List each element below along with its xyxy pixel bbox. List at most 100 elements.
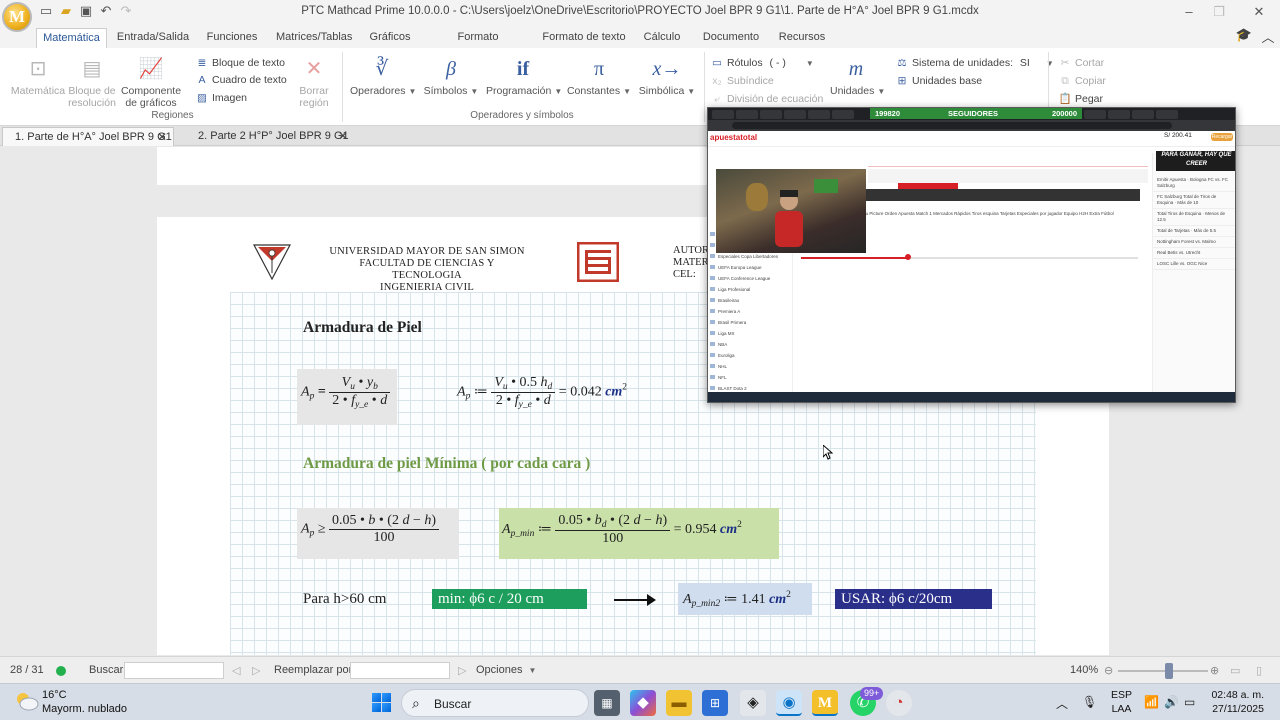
- cuadro-texto-button[interactable]: A Cuadro de texto: [195, 72, 286, 88]
- rotulos-dropdown[interactable]: ▭ Rótulos ( - ) ▼: [710, 55, 814, 71]
- close-tab-icon[interactable]: ✕: [338, 127, 348, 145]
- usar-reinforcement-label[interactable]: USAR: ϕ6 c/20cm: [835, 589, 992, 609]
- tab-matematica[interactable]: Matemática: [36, 28, 107, 48]
- unidades-button[interactable]: m Unidades ▼: [830, 56, 885, 97]
- bet-item[interactable]: FC Salzburg Total de Tiros de Esquina · …: [1153, 192, 1235, 209]
- tab-formato-matematico[interactable]: Formato matemático: [428, 28, 528, 61]
- section-title-armadura-minima[interactable]: Armadura de piel Mínima ( por cada cara …: [303, 455, 590, 473]
- weather-temperature[interactable]: 16°C: [42, 689, 67, 701]
- weather-cloud-icon[interactable]: [14, 690, 40, 712]
- sidebar-item[interactable]: NFL: [708, 372, 792, 383]
- file-explorer-icon[interactable]: ▬: [666, 690, 692, 716]
- sidebar-item[interactable]: Liga Profesional: [708, 284, 792, 295]
- sidebar-item[interactable]: Premiera A: [708, 306, 792, 317]
- tab-funciones[interactable]: Funciones: [204, 28, 260, 48]
- draft-view-icon[interactable]: ▯: [1256, 664, 1262, 677]
- taskbar-clock[interactable]: 02:48 a. m. 27/11/2025: [1208, 688, 1264, 716]
- programacion-button[interactable]: if Programación ▼: [486, 56, 562, 97]
- borrar-region-button[interactable]: ✕ Borrar región: [292, 56, 336, 109]
- buscar-input[interactable]: [124, 662, 224, 679]
- zoom-slider-track[interactable]: [1118, 670, 1208, 672]
- close-tab-icon[interactable]: ✕: [157, 128, 167, 146]
- bet-item[interactable]: LOSC Lille vs. OGC Nice: [1153, 259, 1235, 270]
- browser-tab[interactable]: [1132, 110, 1154, 119]
- copiar-button[interactable]: ⧉ Copiar: [1058, 73, 1106, 89]
- microphone-icon[interactable]: 🎙: [1082, 695, 1097, 709]
- section-title-armadura-piel[interactable]: Armadura de Piel: [303, 319, 422, 337]
- doc-tab-parte-1[interactable]: 1. Parte de H°A° Joel BPR 9 G1 ✕: [2, 127, 174, 146]
- calculation-status-icon[interactable]: [56, 666, 66, 676]
- tab-graficos[interactable]: Gráficos: [366, 28, 414, 48]
- tab-recursos[interactable]: Recursos: [776, 28, 828, 48]
- bet-item[interactable]: Total Tiros de Esquina · Menos de 12.5: [1153, 209, 1235, 226]
- mathcad-taskbar-icon[interactable]: M: [812, 690, 838, 716]
- tab-formato-texto[interactable]: Formato de texto: [542, 28, 626, 48]
- battery-icon[interactable]: ▭: [1184, 695, 1195, 709]
- find-previous-icon[interactable]: ◁: [232, 664, 240, 677]
- sistema-unidades-dropdown[interactable]: ⚖ Sistema de unidades: SI ▼: [895, 55, 1053, 71]
- bet-item[interactable]: Emitir Apuesta · Bologna FC vs. FC Salzb…: [1153, 175, 1235, 192]
- tab-calculo[interactable]: Cálculo: [640, 28, 684, 48]
- imagen-button[interactable]: ▨ Imagen: [195, 90, 247, 106]
- sidebar-item[interactable]: NBA: [708, 339, 792, 350]
- browser-tab[interactable]: [760, 110, 782, 119]
- tab-documento[interactable]: Documento: [700, 28, 762, 48]
- formula-ap-min-condition[interactable]: Ap ≥ 0.05 • b • (2 d − h) 100: [297, 508, 459, 559]
- keyboard-language[interactable]: ESP LAA: [1111, 688, 1132, 716]
- speedometer-app-icon[interactable]: ◔: [886, 690, 912, 716]
- operadores-button[interactable]: ∛ Operadores ▼: [350, 56, 416, 97]
- constantes-button[interactable]: π Constantes ▼: [566, 56, 632, 97]
- site-brand[interactable]: apuestatotal: [710, 133, 757, 142]
- pegar-button[interactable]: 📋 Pegar: [1058, 91, 1103, 107]
- ms-store-icon[interactable]: ⊞: [702, 690, 728, 716]
- sidebar-item[interactable]: Brasileirao: [708, 295, 792, 306]
- wifi-icon[interactable]: 📶: [1144, 695, 1159, 709]
- browser-tab[interactable]: [1084, 110, 1106, 119]
- maximize-icon[interactable]: ❐: [1204, 2, 1234, 22]
- tray-chevron-icon[interactable]: ︿: [1056, 695, 1068, 712]
- market-filters[interactable]: Tu Picture Orden Apuesta Match 1 Mercado…: [863, 211, 1143, 216]
- volume-icon[interactable]: 🔊: [1164, 695, 1179, 709]
- sidebar-item[interactable]: Brasil Primera: [708, 317, 792, 328]
- browser-tab[interactable]: [1108, 110, 1130, 119]
- browser-tab[interactable]: [784, 110, 806, 119]
- division-ecuacion-button[interactable]: ⤶ División de ecuación: [710, 91, 823, 107]
- matematica-region-button[interactable]: ⊡ Matemática: [8, 56, 68, 97]
- graduation-cap-icon[interactable]: 🎓: [1234, 27, 1254, 45]
- replace-icon[interactable]: ▷: [458, 664, 466, 677]
- reemplazar-input[interactable]: [350, 662, 450, 679]
- sidebar-item[interactable]: UEFA Europa League: [708, 262, 792, 273]
- bet-item[interactable]: Real Betis vs. Utrecht: [1153, 248, 1235, 259]
- componente-graficos-button[interactable]: 📈 Componente de gráficos: [120, 56, 182, 109]
- bloque-texto-button[interactable]: ≣ Bloque de texto: [195, 55, 285, 71]
- sidebar-item[interactable]: NHL: [708, 361, 792, 372]
- sidebar-item[interactable]: UEFA Conference League: [708, 273, 792, 284]
- browser-tab[interactable]: [808, 110, 830, 119]
- zoom-slider-thumb[interactable]: [1165, 663, 1173, 679]
- sidebar-item[interactable]: Euroliga: [708, 350, 792, 361]
- zoom-out-icon[interactable]: ⊖: [1104, 664, 1113, 677]
- bet-item[interactable]: Total de Tarjetas · Más de 5.5: [1153, 226, 1235, 237]
- copilot-icon[interactable]: ◆: [630, 690, 656, 716]
- subindice-button[interactable]: x₂ Subíndice: [710, 73, 773, 89]
- unity-icon[interactable]: ◈: [740, 690, 766, 716]
- browser-tab[interactable]: [712, 110, 734, 119]
- minimize-icon[interactable]: –: [1174, 2, 1204, 22]
- para-h-label[interactable]: Para h>60 cm: [303, 591, 386, 608]
- browser-tab[interactable]: [1156, 110, 1178, 119]
- browser-overlay-window[interactable]: 199820 SEGUIDORES 200000 apuestatotal S/…: [707, 107, 1236, 403]
- promo-banner[interactable]: PARA GANAR, HAY QUE CREER: [1156, 151, 1235, 171]
- unidades-base-button[interactable]: ⊞ Unidades base: [895, 73, 982, 89]
- url-field[interactable]: [732, 122, 1172, 129]
- bet-item[interactable]: Nottingham Forest vs. Malmo: [1153, 237, 1235, 248]
- formula-ap-definition[interactable]: Ap = Vu • yb 2 • fy_e • d: [297, 369, 397, 425]
- formula-ap-evaluation[interactable]: Ap ≔ Vu • 0.5 hd 2 • fy_e • d = 0.042 cm2: [457, 369, 657, 425]
- collapse-ribbon-icon[interactable]: ︿: [1258, 27, 1278, 45]
- browser-tab[interactable]: [736, 110, 758, 119]
- doc-tab-parte-2[interactable]: 2. Parte 2 H°P° Joel BPR 9 G1 ✕: [186, 127, 354, 146]
- taskbar-search[interactable]: ⌕ Buscar: [401, 689, 589, 717]
- close-icon[interactable]: ✕: [1244, 2, 1274, 22]
- simbolos-button[interactable]: β Símbolos ▼: [420, 56, 482, 97]
- page-view-icon[interactable]: ▭: [1230, 664, 1240, 677]
- windows-start-icon[interactable]: [372, 693, 391, 712]
